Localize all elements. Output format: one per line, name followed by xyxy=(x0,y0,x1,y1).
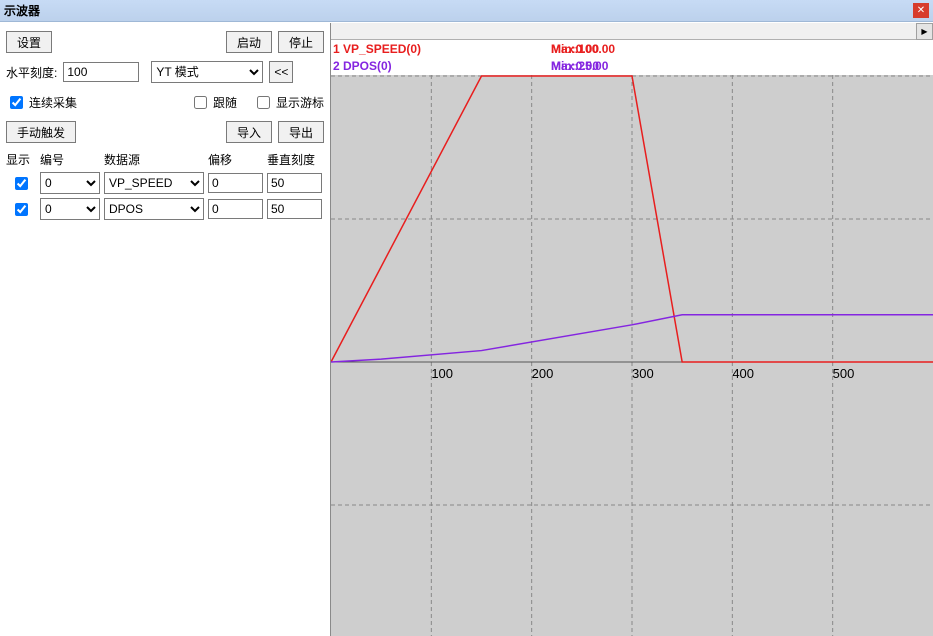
series2-max: Max:25.00 xyxy=(551,59,646,73)
scroll-right-icon[interactable]: ▶ xyxy=(916,23,933,40)
stop-button[interactable]: 停止 xyxy=(278,31,324,53)
series2-name: 2 DPOS(0) xyxy=(331,59,441,73)
col-offset: 偏移 xyxy=(208,151,263,168)
chart-legend: 1 VP_SPEED(0) Min:0.00 Max:100.00 2 DPOS… xyxy=(331,40,646,74)
channel-vscale-input[interactable] xyxy=(267,173,322,193)
show-cursor-label: 显示游标 xyxy=(276,94,324,111)
plot-panel: ▶ 100 200 300 400 500 1 VP_SPEED(0) Min:0.00… xyxy=(330,23,933,636)
channel-offset-input[interactable] xyxy=(208,173,263,193)
oscilloscope-chart[interactable]: 100 200 300 400 500 xyxy=(331,40,933,636)
follow-check-input[interactable] xyxy=(194,96,207,109)
col-index: 编号 xyxy=(40,151,100,168)
col-vscale: 垂直刻度 xyxy=(267,151,322,168)
svg-text:200: 200 xyxy=(532,366,554,381)
channel-offset-input[interactable] xyxy=(208,199,263,219)
close-icon[interactable]: ✕ xyxy=(913,3,929,18)
channel-index-select[interactable]: 0 xyxy=(40,198,100,220)
series1-name: 1 VP_SPEED(0) xyxy=(331,42,441,56)
col-source: 数据源 xyxy=(104,151,204,168)
channel-index-select[interactable]: 0 xyxy=(40,172,100,194)
follow-checkbox[interactable]: 跟随 xyxy=(190,93,237,112)
import-button[interactable]: 导入 xyxy=(226,121,272,143)
channel-source-select[interactable]: DPOS xyxy=(104,198,204,220)
start-button[interactable]: 启动 xyxy=(226,31,272,53)
svg-text:300: 300 xyxy=(632,366,654,381)
channel-show-check[interactable] xyxy=(15,177,28,190)
series1-max: Max:100.00 xyxy=(551,42,646,56)
channel-source-select[interactable]: VP_SPEED xyxy=(104,172,204,194)
series2-min: Min:0.00 xyxy=(441,59,551,73)
manual-trigger-button[interactable]: 手动触发 xyxy=(6,121,76,143)
svg-text:400: 400 xyxy=(732,366,754,381)
collapse-button[interactable]: << xyxy=(269,61,293,83)
follow-label: 跟随 xyxy=(213,94,237,111)
channel-row: 0 DPOS xyxy=(6,198,324,220)
export-button[interactable]: 导出 xyxy=(278,121,324,143)
show-cursor-checkbox[interactable]: 显示游标 xyxy=(253,93,324,112)
channel-table-header: 显示 编号 数据源 偏移 垂直刻度 xyxy=(6,151,324,168)
channel-vscale-input[interactable] xyxy=(267,199,322,219)
settings-button[interactable]: 设置 xyxy=(6,31,52,53)
window-titlebar: 示波器 ✕ xyxy=(0,0,933,22)
channel-row: 0 VP_SPEED xyxy=(6,172,324,194)
control-panel: 设置 启动 停止 水平刻度: YT 模式 << 连续采集 跟随 xyxy=(0,23,330,636)
mode-select[interactable]: YT 模式 xyxy=(151,61,263,83)
horizontal-scrollbar[interactable]: ▶ xyxy=(331,23,933,40)
h-scale-label: 水平刻度: xyxy=(6,64,57,81)
window-title: 示波器 xyxy=(4,2,40,19)
continuous-checkbox[interactable]: 连续采集 xyxy=(6,93,77,112)
svg-text:100: 100 xyxy=(431,366,453,381)
svg-text:500: 500 xyxy=(833,366,855,381)
main-area: 设置 启动 停止 水平刻度: YT 模式 << 连续采集 跟随 xyxy=(0,22,933,636)
show-cursor-check-input[interactable] xyxy=(257,96,270,109)
col-show: 显示 xyxy=(6,151,36,168)
series1-min: Min:0.00 xyxy=(441,42,551,56)
continuous-label: 连续采集 xyxy=(29,94,77,111)
channel-show-check[interactable] xyxy=(15,203,28,216)
h-scale-input[interactable] xyxy=(63,62,139,82)
continuous-check-input[interactable] xyxy=(10,96,23,109)
